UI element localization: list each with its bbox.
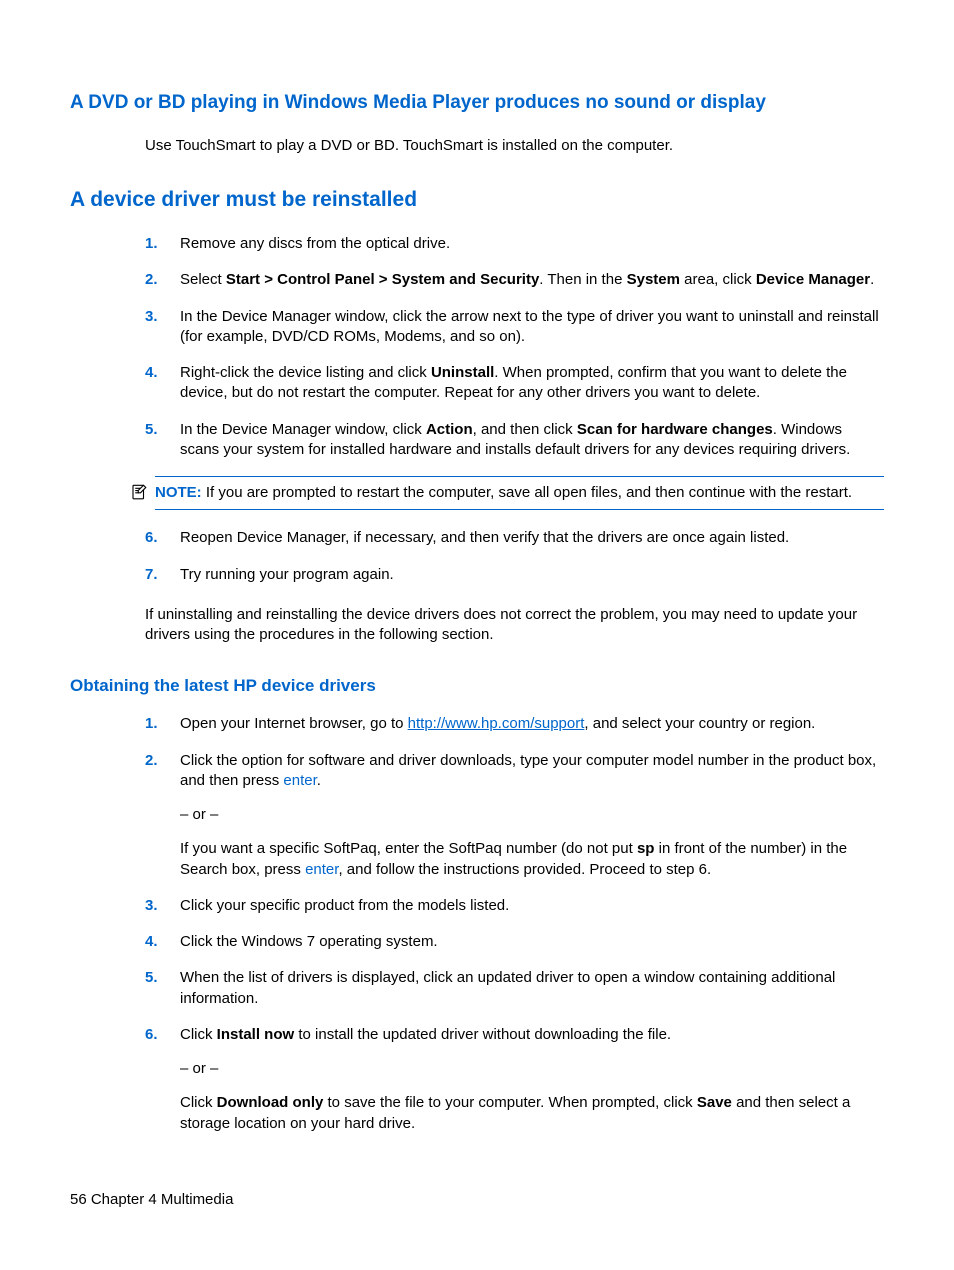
step-number: 4. <box>145 932 158 952</box>
or-separator: – or – <box>180 805 884 825</box>
list-item: 7. Try running your program again. <box>145 565 884 585</box>
page-footer: 56 Chapter 4 Multimedia <box>70 1190 233 1210</box>
step-number: 6. <box>145 1025 158 1045</box>
step-number: 6. <box>145 528 158 548</box>
step-number: 5. <box>145 968 158 988</box>
step-text: Click your specific product from the mod… <box>180 897 509 914</box>
alt-text: Click Download only to save the file to … <box>180 1093 884 1134</box>
post-list-paragraph: If uninstalling and reinstalling the dev… <box>145 605 884 646</box>
step-number: 2. <box>145 270 158 290</box>
list-item: 2. Select Start > Control Panel > System… <box>145 270 884 290</box>
step-number: 3. <box>145 896 158 916</box>
note-label: NOTE: <box>155 484 202 501</box>
list-item: 3. Click your specific product from the … <box>145 896 884 916</box>
or-separator: – or – <box>180 1059 884 1079</box>
intro-paragraph: Use TouchSmart to play a DVD or BD. Touc… <box>145 136 884 156</box>
step-text: Right-click the device listing and click… <box>180 364 847 401</box>
alt-text: If you want a specific SoftPaq, enter th… <box>180 839 884 880</box>
step-number: 7. <box>145 565 158 585</box>
list-item: 3. In the Device Manager window, click t… <box>145 307 884 348</box>
step-number: 2. <box>145 751 158 771</box>
step-number: 4. <box>145 363 158 383</box>
step-text: Click the Windows 7 operating system. <box>180 933 438 950</box>
note-icon <box>130 483 148 501</box>
step-number: 1. <box>145 234 158 254</box>
step-text: Click the option for software and driver… <box>180 752 876 789</box>
step-number: 3. <box>145 307 158 327</box>
steps-list-2: 1. Open your Internet browser, go to htt… <box>145 714 884 1134</box>
step-text: In the Device Manager window, click Acti… <box>180 421 850 458</box>
list-item: 4. Click the Windows 7 operating system. <box>145 932 884 952</box>
list-item: 5. When the list of drivers is displayed… <box>145 968 884 1009</box>
step-number: 1. <box>145 714 158 734</box>
step-text: Open your Internet browser, go to http:/… <box>180 715 815 732</box>
heading-dvd-bd: A DVD or BD playing in Windows Media Pla… <box>70 90 884 116</box>
list-item: 1. Open your Internet browser, go to htt… <box>145 714 884 734</box>
list-item: 4. Right-click the device listing and cl… <box>145 363 884 404</box>
list-item: 2. Click the option for software and dri… <box>145 751 884 880</box>
steps-list-1-cont: 6. Reopen Device Manager, if necessary, … <box>145 528 884 585</box>
list-item: 6. Click Install now to install the upda… <box>145 1025 884 1134</box>
list-item: 5. In the Device Manager window, click A… <box>145 420 884 461</box>
support-link[interactable]: http://www.hp.com/support <box>408 715 585 732</box>
step-text: Select Start > Control Panel > System an… <box>180 271 874 288</box>
step-text: In the Device Manager window, click the … <box>180 308 879 345</box>
note-block: NOTE: If you are prompted to restart the… <box>155 476 884 510</box>
list-item: 1. Remove any discs from the optical dri… <box>145 234 884 254</box>
step-number: 5. <box>145 420 158 440</box>
heading-device-driver: A device driver must be reinstalled <box>70 186 884 214</box>
step-text: When the list of drivers is displayed, c… <box>180 969 835 1006</box>
steps-list-1: 1. Remove any discs from the optical dri… <box>145 234 884 460</box>
step-text: Reopen Device Manager, if necessary, and… <box>180 529 789 546</box>
step-text: Try running your program again. <box>180 566 394 583</box>
heading-obtaining-drivers: Obtaining the latest HP device drivers <box>70 675 884 698</box>
list-item: 6. Reopen Device Manager, if necessary, … <box>145 528 884 548</box>
step-text: Click Install now to install the updated… <box>180 1026 671 1043</box>
note-text-content: If you are prompted to restart the compu… <box>206 484 852 501</box>
step-text: Remove any discs from the optical drive. <box>180 235 450 252</box>
